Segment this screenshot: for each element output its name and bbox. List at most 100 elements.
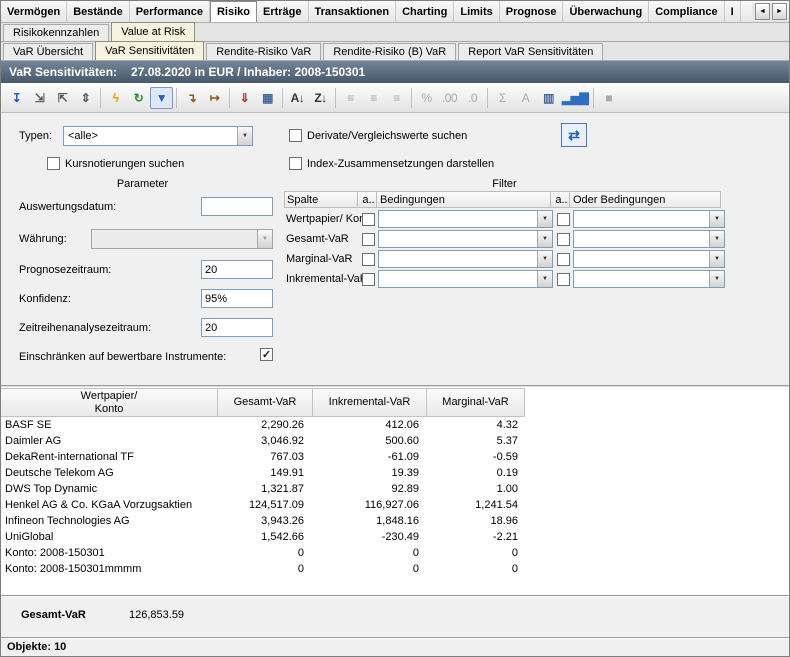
analyze-icon[interactable]: ▦ [256, 87, 279, 109]
stop-icon: ■ [597, 87, 620, 109]
table-row[interactable]: Daimler AG3,046.92500.605.37 [1, 433, 789, 449]
table-body: BASF SE2,290.26412.064.32Daimler AG3,046… [1, 417, 789, 577]
expand-icon[interactable]: ⇱ [51, 87, 74, 109]
export-icon[interactable]: ↧ [5, 87, 28, 109]
filter-oder-bedingung-select[interactable] [573, 210, 725, 228]
aggregate-icon[interactable]: ⇓ [233, 87, 256, 109]
tab-value-at-risk[interactable]: Value at Risk [111, 22, 195, 41]
chevron-down-icon[interactable] [709, 251, 724, 267]
filter-or-checkbox[interactable] [557, 213, 570, 226]
main-menubar: VermögenBeständePerformanceRisikoErträge… [1, 1, 789, 23]
chart-icon[interactable]: ▂▅▇ [560, 87, 590, 109]
table-row[interactable]: Henkel AG & Co. KGaA Vorzugsaktien124,51… [1, 497, 789, 513]
konfidenz-input[interactable] [201, 289, 273, 308]
chevron-down-icon[interactable] [709, 211, 724, 227]
table-row[interactable]: DWS Top Dynamic1,321.8792.891.00 [1, 481, 789, 497]
refresh-icon[interactable]: ↻ [127, 87, 150, 109]
sort-asc-icon[interactable]: A↓ [286, 87, 309, 109]
fit-rows-icon[interactable]: ⇕ [74, 87, 97, 109]
filter-col-bedingungen[interactable]: Bedingungen [376, 191, 551, 208]
menu-scroll-right-button[interactable]: ► [772, 3, 787, 20]
sort-desc-icon[interactable]: Z↓ [309, 87, 332, 109]
tab-var-sensitivit-ten[interactable]: VaR Sensitivitäten [95, 41, 204, 60]
filter-row-label: Inkremental-VaR [284, 270, 358, 288]
zeitreihenanalysezeitraum-input[interactable] [201, 318, 273, 337]
menu-item-limits[interactable]: Limits [454, 1, 499, 22]
filter-and-checkbox[interactable] [362, 273, 375, 286]
menu-item-verm-gen[interactable]: Vermögen [1, 1, 67, 22]
fit-columns-icon[interactable]: ⇲ [28, 87, 51, 109]
status-text: Objekte: 10 [7, 641, 66, 653]
kursnotierungen-checkbox[interactable] [47, 157, 60, 170]
filter-col-spalte[interactable]: Spalte [284, 191, 358, 208]
filter-bedingung-select[interactable] [378, 270, 553, 288]
filter-oder-bedingung-select[interactable] [573, 250, 725, 268]
columns-icon[interactable]: ▥ [537, 87, 560, 109]
menu-item-prognose[interactable]: Prognose [500, 1, 564, 22]
typen-select[interactable]: <alle> [63, 126, 253, 146]
chevron-down-icon[interactable] [537, 231, 552, 247]
filter-or-checkbox[interactable] [557, 273, 570, 286]
menu-item-charting[interactable]: Charting [396, 1, 454, 22]
filter-or-checkbox[interactable] [557, 233, 570, 246]
tab-report-var-sensitivit-ten[interactable]: Report VaR Sensitivitäten [458, 43, 603, 60]
menu-item-transaktionen[interactable]: Transaktionen [309, 1, 397, 22]
flash-icon[interactable]: ϟ [104, 87, 127, 109]
table-row[interactable]: Deutsche Telekom AG149.9119.390.19 [1, 465, 789, 481]
derivate-checkbox[interactable] [289, 129, 302, 142]
prognosezeitraum-input[interactable] [201, 260, 273, 279]
drilldown-icon[interactable]: ↴ [180, 87, 203, 109]
chevron-down-icon[interactable] [537, 211, 552, 227]
table-row[interactable]: Infineon Technologies AG3,943.261,848.16… [1, 513, 789, 529]
tab-var-bersicht[interactable]: VaR Übersicht [3, 43, 93, 60]
menu-scroll-left-button[interactable]: ◄ [755, 3, 770, 20]
menu-item-compliance[interactable]: Compliance [649, 1, 724, 22]
filter-oder-bedingung-select[interactable] [573, 230, 725, 248]
criteria-panel: Typen: <alle> Derivate/Vergleichswerte s… [1, 113, 789, 175]
chevron-down-icon[interactable] [709, 271, 724, 287]
menu-item-berwachung[interactable]: Überwachung [563, 1, 649, 22]
filter-bedingung-select[interactable] [378, 250, 553, 268]
menu-item-risiko[interactable]: Risiko [210, 1, 257, 22]
col-header-wertpapier-konto[interactable]: Wertpapier/ Konto [1, 388, 218, 417]
filter-bedingung-select[interactable] [378, 210, 553, 228]
auswertungsdatum-input[interactable] [201, 197, 273, 216]
menu-item-ertr-ge[interactable]: Erträge [257, 1, 309, 22]
col-header-gesamt-var[interactable]: Gesamt-VaR [217, 388, 313, 417]
goto-zero-icon[interactable]: ↦ [203, 87, 226, 109]
filter-row: Inkremental-VaR [284, 270, 725, 288]
menu-item-best-nde[interactable]: Bestände [67, 1, 130, 22]
chevron-down-icon[interactable] [237, 127, 252, 145]
table-row[interactable]: Konto: 2008-150301mmmm000 [1, 561, 789, 577]
filter-and-checkbox[interactable] [362, 233, 375, 246]
filter-col-and-active[interactable]: a.. [357, 191, 377, 208]
tab-rendite-risiko-b-var[interactable]: Rendite-Risiko (B) VaR [323, 43, 456, 60]
filter-oder-bedingung-select[interactable] [573, 270, 725, 288]
col-header-marginal-var[interactable]: Marginal-VaR [426, 388, 525, 417]
table-row[interactable]: BASF SE2,290.26412.064.32 [1, 417, 789, 433]
chevron-down-icon [257, 230, 272, 248]
filter-col-oder-bedingungen[interactable]: Oder Bedingungen [569, 191, 721, 208]
filter-heading: Filter [284, 178, 725, 190]
filter-icon[interactable]: ▼ [150, 87, 173, 109]
refresh-sync-button[interactable] [561, 123, 587, 147]
index-checkbox[interactable] [289, 157, 302, 170]
einschraenken-checkbox[interactable] [260, 348, 273, 361]
menu-item-i[interactable]: I [725, 1, 741, 22]
filter-or-checkbox[interactable] [557, 253, 570, 266]
filter-col-or-active[interactable]: a.. [550, 191, 570, 208]
chevron-down-icon[interactable] [709, 231, 724, 247]
chevron-down-icon[interactable] [537, 251, 552, 267]
col-header-inkremental-var[interactable]: Inkremental-VaR [312, 388, 427, 417]
tab-risikokennzahlen[interactable]: Risikokennzahlen [3, 24, 109, 41]
filter-and-checkbox[interactable] [362, 253, 375, 266]
table-row[interactable]: DekaRent-international TF767.03-61.09-0.… [1, 449, 789, 465]
chevron-down-icon[interactable] [537, 271, 552, 287]
tab-rendite-risiko-var[interactable]: Rendite-Risiko VaR [206, 43, 321, 60]
menu-item-performance[interactable]: Performance [130, 1, 210, 22]
filter-and-checkbox[interactable] [362, 213, 375, 226]
table-row[interactable]: UniGlobal1,542.66-230.49-2.21 [1, 529, 789, 545]
table-row[interactable]: Konto: 2008-150301000 [1, 545, 789, 561]
filter-bedingung-select[interactable] [378, 230, 553, 248]
font-icon: A [514, 87, 537, 109]
